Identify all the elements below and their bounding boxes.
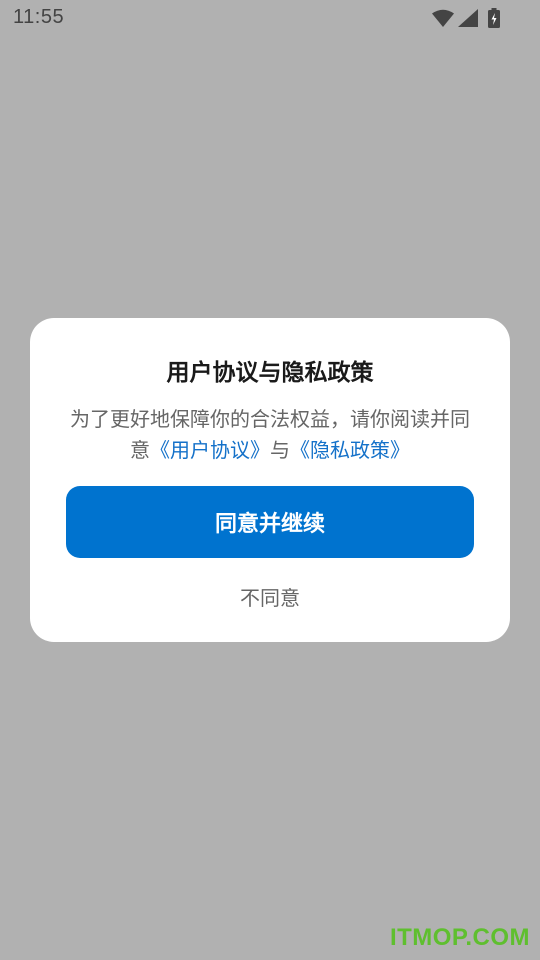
disagree-button[interactable]: 不同意 bbox=[210, 580, 330, 612]
watermark-logo: ITMOP.COM bbox=[389, 924, 530, 951]
conjunction-text: 与 bbox=[270, 438, 290, 462]
cell-signal-icon bbox=[458, 9, 478, 27]
status-time: 11:55 bbox=[13, 6, 65, 28]
privacy-policy-link[interactable]: 《隐私政策》 bbox=[290, 438, 410, 462]
battery-charging-icon bbox=[488, 8, 500, 28]
status-bar: 11:55 bbox=[0, 0, 540, 36]
user-agreement-link[interactable]: 《用户协议》 bbox=[150, 438, 270, 462]
agree-continue-button[interactable]: 同意并继续 bbox=[66, 486, 474, 558]
status-icons bbox=[432, 7, 500, 29]
dialog-title: 用户协议与隐私政策 bbox=[166, 360, 374, 386]
dialog-body: 为了更好地保障你的合法权益，请你阅读并同意《用户协议》与《隐私政策》 bbox=[64, 404, 476, 466]
privacy-dialog: 用户协议与隐私政策 为了更好地保障你的合法权益，请你阅读并同意《用户协议》与《隐… bbox=[30, 318, 510, 642]
wifi-icon bbox=[432, 9, 454, 27]
